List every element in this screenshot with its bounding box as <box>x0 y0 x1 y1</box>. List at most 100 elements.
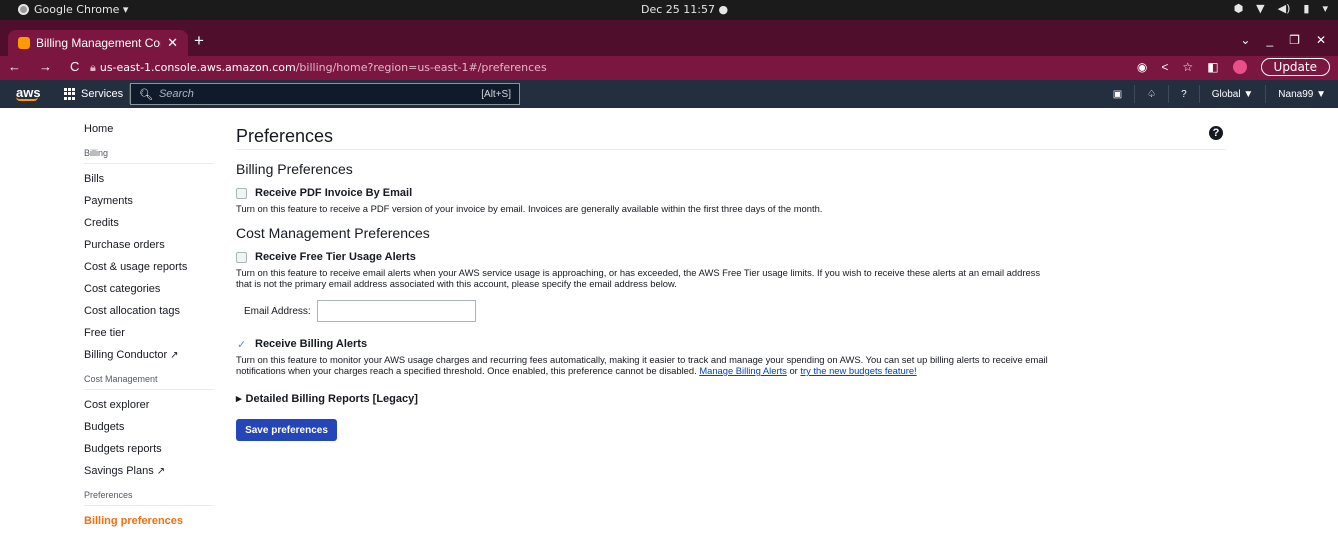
sidebar-item-cost-explorer[interactable]: Cost explorer <box>84 394 214 416</box>
aws-favicon-icon <box>18 37 30 49</box>
os-top-bar: Google Chrome ▾ Dec 25 11:57 ● ⬢ ▼ ◀) ▮ … <box>0 0 1338 20</box>
pdf-invoice-preference: Receive PDF Invoice By Email Turn on thi… <box>236 187 1226 214</box>
page-title: Preferences <box>236 126 1226 150</box>
browser-tab-billing[interactable]: Billing Management Con ✕ <box>8 30 188 56</box>
battery-icon: ▮ <box>1303 2 1310 15</box>
sidebar-item-budgets[interactable]: Budgets <box>84 416 214 438</box>
aws-console-navbar: aws Services 🔍︎ [Alt+S] ▣ ♤ ? Global ▼ N… <box>0 80 1338 108</box>
sidebar-item-cost-usage-reports[interactable]: Cost & usage reports <box>84 256 214 278</box>
help-icon[interactable]: ? <box>1168 85 1199 103</box>
forward-arrow-icon[interactable]: → <box>39 59 52 74</box>
browser-toolbar-actions: ◉ < ☆ ◧ Update <box>1137 58 1330 76</box>
sidebar-item-free-tier[interactable]: Free tier <box>84 322 214 344</box>
sidebar-section-cost-management: Cost Management <box>84 368 214 390</box>
os-app-menu[interactable]: Google Chrome ▾ <box>18 3 128 16</box>
share-icon[interactable]: < <box>1161 60 1168 74</box>
pdf-invoice-description: Turn on this feature to receive a PDF ve… <box>236 203 823 214</box>
tab-search-icon[interactable]: ⌄ <box>1240 33 1250 47</box>
billing-alerts-preference: ✓ Receive Billing Alerts Turn on this fe… <box>236 338 1226 376</box>
os-clock[interactable]: Dec 25 11:57 ● <box>641 3 728 16</box>
try-budgets-link[interactable]: try the new budgets feature! <box>800 365 916 376</box>
sidebar-section-preferences: Preferences <box>84 484 214 506</box>
bookmark-star-icon[interactable]: ☆ <box>1182 60 1193 74</box>
restore-icon[interactable]: ❐ <box>1289 33 1300 47</box>
aws-nav-right: ▣ ♤ ? Global ▼ Nana99 ▼ <box>1101 80 1338 108</box>
region-selector[interactable]: Global ▼ <box>1198 85 1266 103</box>
billing-alerts-description: Turn on this feature to monitor your AWS… <box>236 354 1056 376</box>
sidebar-item-billing-conductor[interactable]: Billing Conductor ↗ <box>84 344 214 366</box>
window-controls: ⌄ _ ❐ ✕ <box>1240 33 1326 47</box>
window-close-icon[interactable]: ✕ <box>1316 33 1326 47</box>
billing-preferences-heading: Billing Preferences <box>236 161 353 177</box>
sidebar-item-payments[interactable]: Payments <box>84 190 214 212</box>
sidebar-item-label: Billing Conductor <box>84 349 168 361</box>
billing-alerts-checkbox[interactable]: ✓ <box>236 338 247 350</box>
search-icon: 🔍︎ <box>139 88 153 101</box>
back-arrow-icon[interactable]: ← <box>8 59 21 74</box>
sidebar-item-bills[interactable]: Bills <box>84 168 214 190</box>
browser-tab-strip: Billing Management Con ✕ + ⌄ _ ❐ ✕ <box>0 20 1338 56</box>
email-address-label: Email Address: <box>244 305 311 317</box>
tab-title: Billing Management Con <box>36 36 162 50</box>
help-circle-icon[interactable]: ? <box>1209 126 1223 140</box>
sidebar-section-billing: Billing <box>84 142 214 164</box>
url-path: /billing/home?region=us-east-1#/preferen… <box>295 61 547 74</box>
sidebar-item-savings-plans[interactable]: Savings Plans ↗ <box>84 460 214 482</box>
minimize-icon[interactable]: _ <box>1266 33 1273 47</box>
grid-icon <box>64 88 76 100</box>
billing-sidebar: Home Billing Bills Payments Credits Purc… <box>84 118 214 532</box>
detailed-billing-reports-label: Detailed Billing Reports [Legacy] <box>245 392 418 405</box>
free-tier-alerts-preference: Receive Free Tier Usage Alerts Turn on t… <box>236 251 1226 322</box>
account-menu[interactable]: Nana99 ▼ <box>1265 85 1338 103</box>
free-tier-alerts-label: Receive Free Tier Usage Alerts <box>255 251 416 263</box>
pdf-invoice-label: Receive PDF Invoice By Email <box>255 187 413 199</box>
email-address-input[interactable] <box>316 300 476 322</box>
sidebar-item-purchase-orders[interactable]: Purchase orders <box>84 234 214 256</box>
sidebar-item-cost-categories[interactable]: Cost categories <box>84 278 214 300</box>
update-button[interactable]: Update <box>1260 58 1330 76</box>
notifications-icon[interactable]: ♤ <box>1134 85 1168 103</box>
caret-right-icon: ▸ <box>236 393 242 405</box>
address-bar[interactable]: 🔒︎ us-east-1.console.aws.amazon.com/billi… <box>90 61 547 75</box>
services-label: Services <box>81 88 124 100</box>
browser-nav: ← → C <box>8 59 79 74</box>
detailed-billing-reports-toggle[interactable]: ▸ Detailed Billing Reports [Legacy] <box>236 392 1226 406</box>
sidebar-item-budgets-reports[interactable]: Budgets reports <box>84 438 214 460</box>
volume-icon: ◀) <box>1277 2 1291 15</box>
console-search: 🔍︎ [Alt+S] <box>130 83 520 105</box>
side-panel-icon[interactable]: ◧ <box>1207 60 1218 74</box>
sidebar-item-credits[interactable]: Credits <box>84 212 214 234</box>
os-app-name: Google Chrome ▾ <box>34 3 129 16</box>
os-system-tray[interactable]: ⬢ ▼ ◀) ▮ ▾ <box>1234 2 1328 15</box>
save-preferences-button[interactable]: Save preferences <box>236 419 337 441</box>
aws-logo[interactable]: aws <box>16 85 41 101</box>
close-icon[interactable]: ✕ <box>167 35 178 51</box>
pdf-invoice-checkbox[interactable] <box>236 187 247 199</box>
profile-avatar[interactable] <box>1232 60 1247 74</box>
new-tab-button[interactable]: + <box>194 31 204 51</box>
sidebar-item-home[interactable]: Home <box>84 118 214 140</box>
free-tier-alerts-checkbox[interactable] <box>236 251 247 263</box>
free-tier-alerts-description: Turn on this feature to receive email al… <box>236 267 1041 289</box>
external-link-icon: ↗ <box>156 466 166 477</box>
external-link-icon: ↗ <box>170 350 179 361</box>
google-lens-icon[interactable]: ◉ <box>1137 60 1147 74</box>
lock-icon: 🔒︎ <box>90 61 96 74</box>
billing-alerts-description-text: Turn on this feature to monitor your AWS… <box>236 354 1048 376</box>
reload-icon[interactable]: C <box>70 59 79 74</box>
search-shortcut: [Alt+S] <box>481 88 511 100</box>
main-content: Preferences ? Billing Preferences Receiv… <box>236 126 1226 441</box>
sidebar-item-cost-allocation-tags[interactable]: Cost allocation tags <box>84 300 214 322</box>
or-text: or <box>789 365 798 376</box>
sidebar-item-billing-preferences[interactable]: Billing preferences <box>84 510 214 532</box>
url-host: us-east-1.console.aws.amazon.com <box>99 61 296 74</box>
chrome-icon <box>18 4 29 15</box>
aws-logo-text: aws <box>16 85 41 100</box>
services-menu-button[interactable]: Services <box>58 84 131 104</box>
chevron-down-icon: ▾ <box>1322 2 1328 15</box>
manage-billing-alerts-link[interactable]: Manage Billing Alerts <box>699 365 787 376</box>
cost-management-preferences-heading: Cost Management Preferences <box>236 225 430 241</box>
wifi-icon: ▼ <box>1256 2 1265 15</box>
cloudshell-icon[interactable]: ▣ <box>1101 85 1134 103</box>
search-input[interactable] <box>158 88 476 100</box>
